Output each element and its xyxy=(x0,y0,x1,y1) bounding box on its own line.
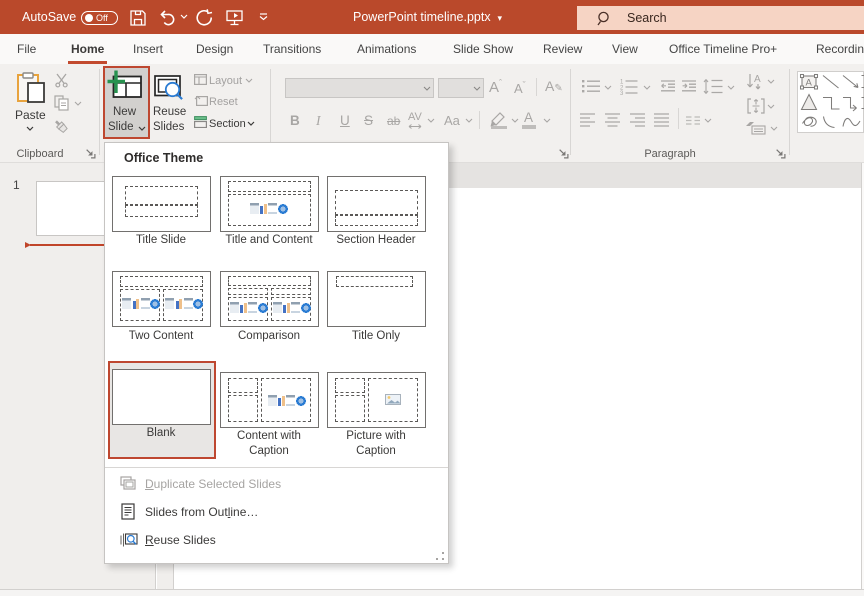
svg-text:A: A xyxy=(754,74,761,85)
svg-text:3: 3 xyxy=(620,91,624,95)
svg-text:A: A xyxy=(806,78,813,89)
